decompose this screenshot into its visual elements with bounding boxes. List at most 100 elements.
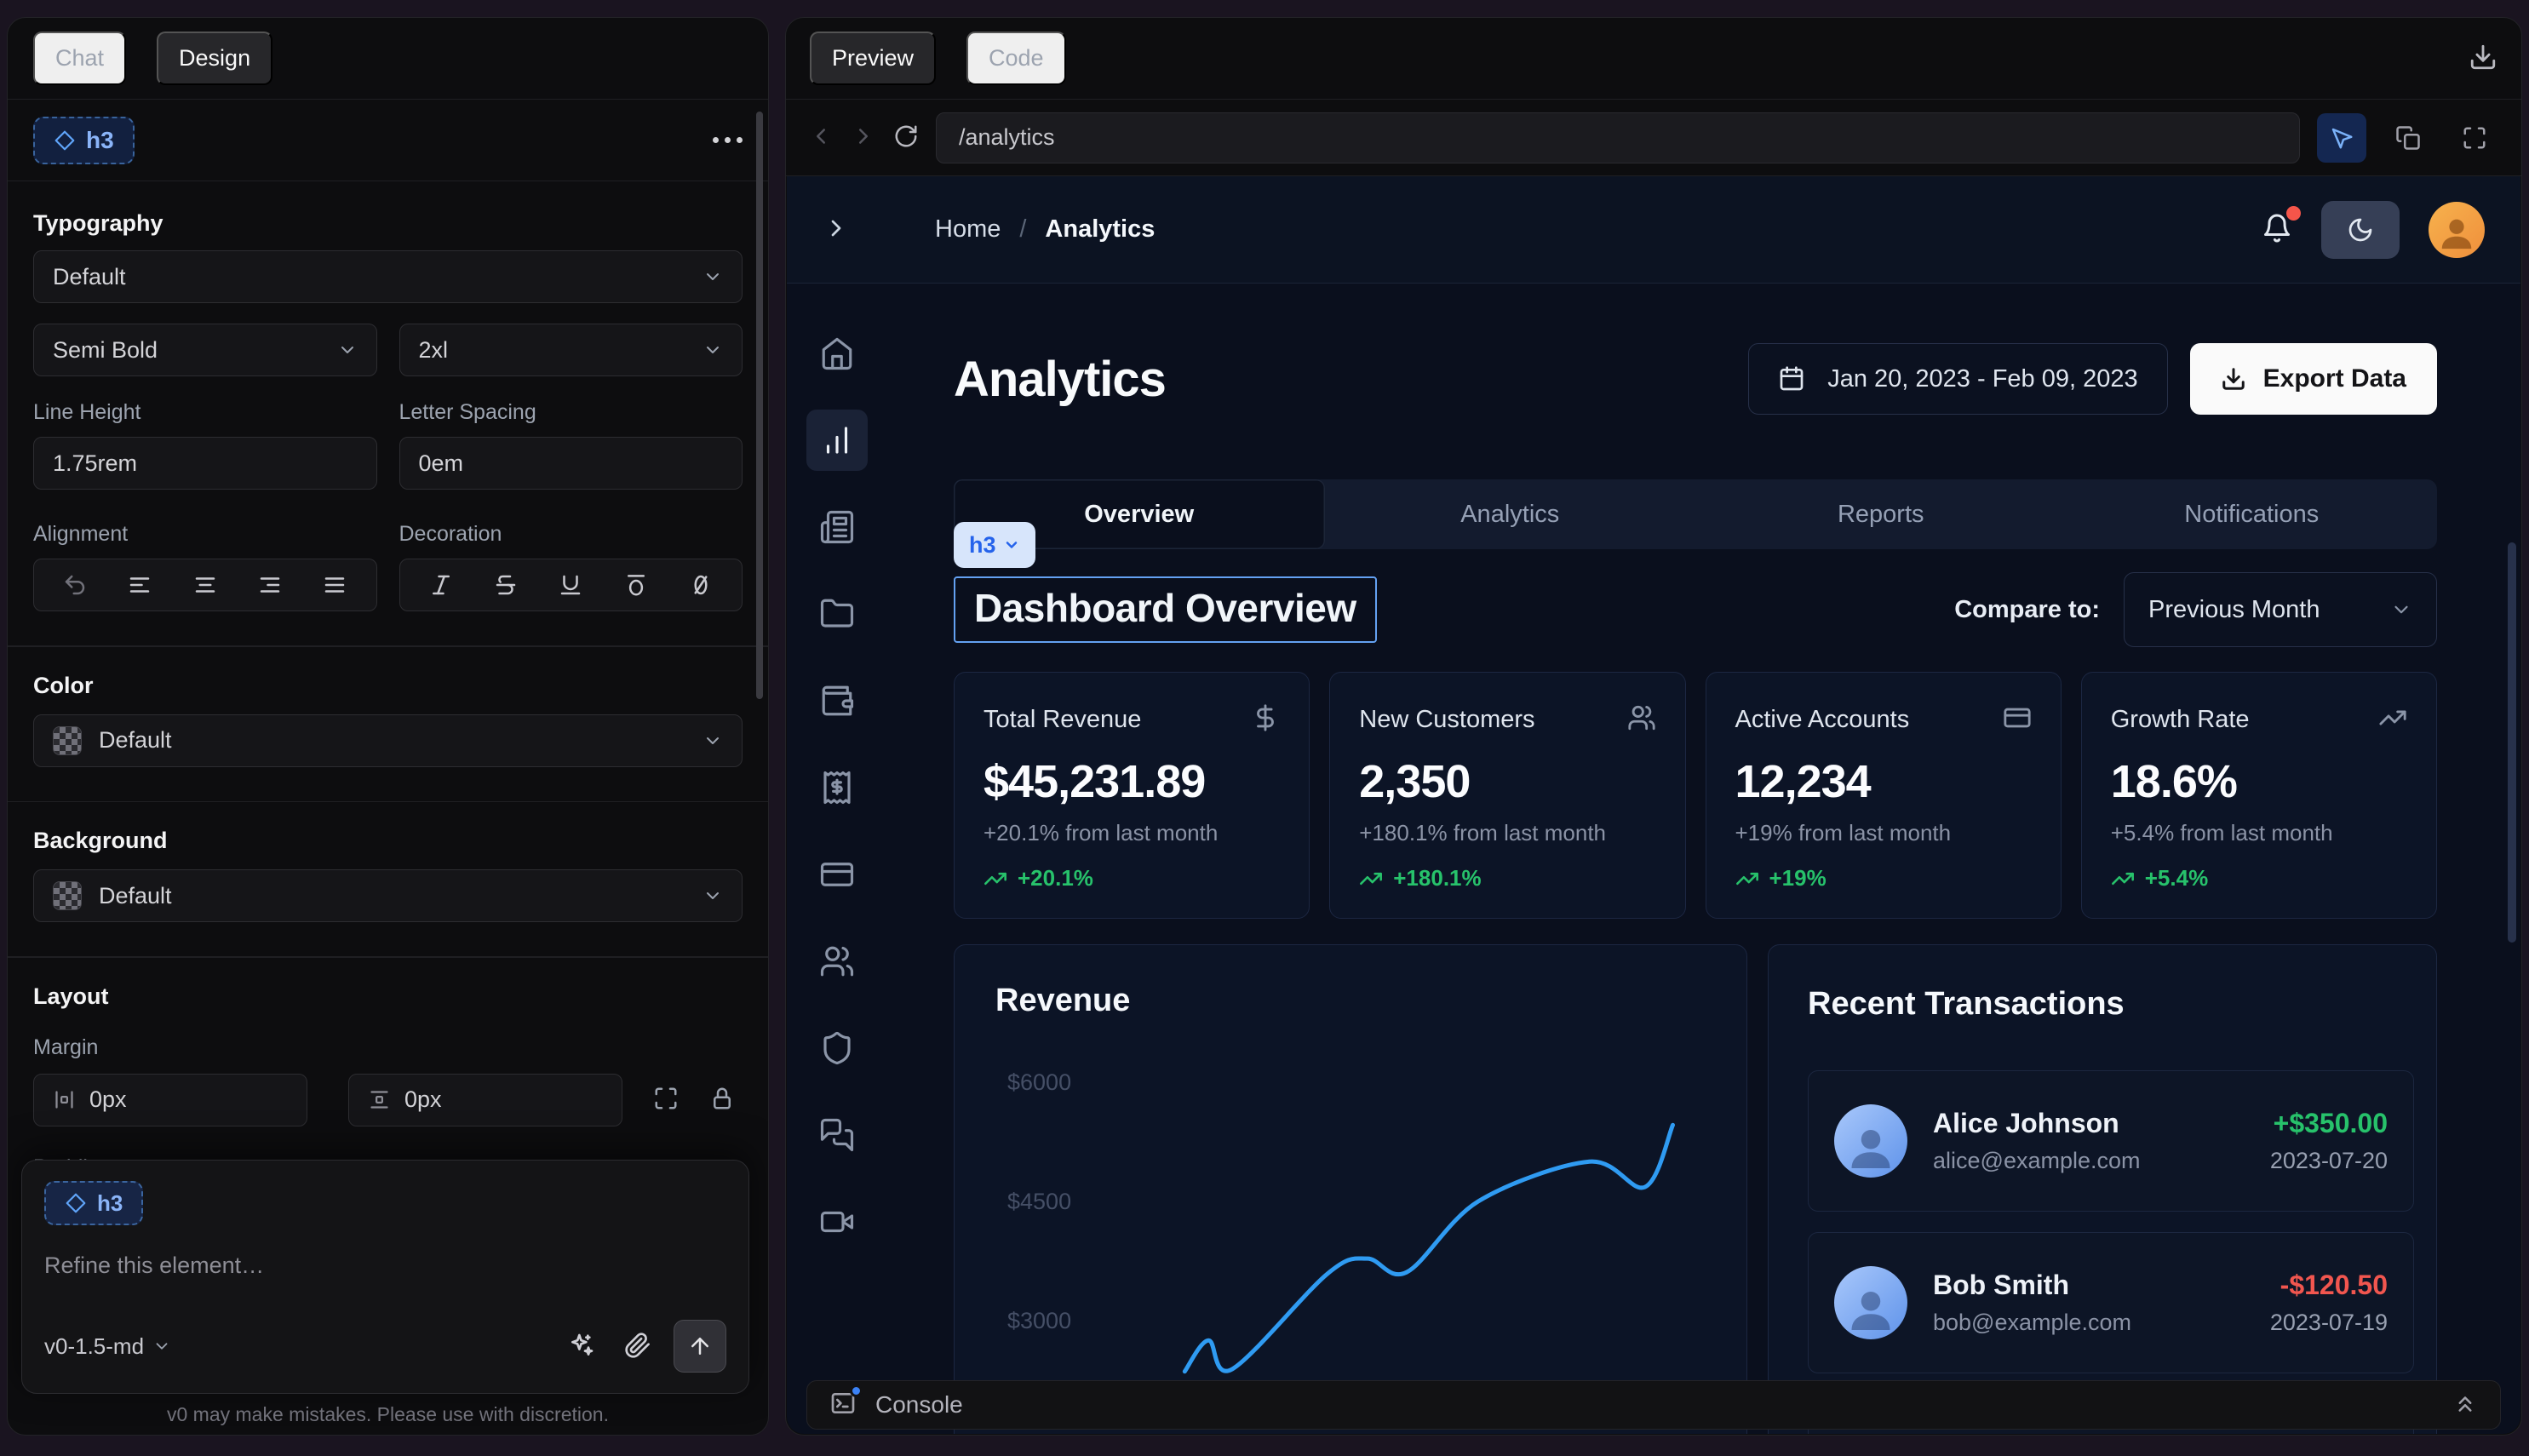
composer-element-chip[interactable]: h3 <box>44 1181 143 1225</box>
sidebar-item-home[interactable] <box>806 323 868 384</box>
undo-icon[interactable] <box>62 572 88 598</box>
sidebar-item-security[interactable] <box>806 1017 868 1079</box>
strikethrough-icon[interactable] <box>493 572 519 598</box>
tab-reports[interactable]: Reports <box>1695 479 2067 549</box>
letter-spacing-input[interactable]: 0em <box>399 437 743 490</box>
copy-icon <box>2395 125 2421 151</box>
person-icon <box>2437 213 2476 252</box>
stat-trend-badge: +20.1% <box>984 865 1280 891</box>
margin-x-icon <box>53 1088 76 1111</box>
tab-notifications[interactable]: Notifications <box>2067 479 2438 549</box>
chevron-down-icon <box>1003 536 1020 553</box>
align-justify-icon[interactable] <box>322 572 347 598</box>
selected-element-badge[interactable]: h3 <box>33 117 135 164</box>
margin-y-value: 0px <box>404 1086 442 1113</box>
transactions-card: Recent Transactions Alice Johnson alice@… <box>1768 944 2437 1434</box>
theme-toggle-button[interactable] <box>2321 201 2400 259</box>
tab-code[interactable]: Code <box>966 32 1066 85</box>
console-label: Console <box>875 1391 963 1419</box>
transaction-date: 2023-07-19 <box>2270 1310 2388 1336</box>
stat-card-active-accounts: Active Accounts 12,234 +19% from last mo… <box>1706 672 2062 919</box>
refresh-button[interactable] <box>893 123 919 152</box>
notifications-button[interactable] <box>2262 213 2292 246</box>
align-right-icon[interactable] <box>257 572 283 598</box>
v0-workspace: Chat Design h3 Typography Default Semi B… <box>0 0 2529 1456</box>
color-select[interactable]: Default <box>33 714 743 767</box>
sidebar-item-wallet[interactable] <box>806 670 868 731</box>
preview-scrollbar[interactable] <box>2508 542 2516 943</box>
sidebar-item-cards[interactable] <box>806 844 868 905</box>
ellipsis-icon <box>713 137 719 143</box>
app-main: Analytics Jan 20, 2023 - Feb 09, 2023 Ex… <box>887 284 2520 1434</box>
align-left-icon[interactable] <box>127 572 152 598</box>
arrow-up-icon <box>687 1333 713 1359</box>
url-input[interactable]: /analytics <box>936 112 2300 163</box>
export-data-button[interactable]: Export Data <box>2190 343 2437 415</box>
attach-file-button[interactable] <box>624 1332 651 1361</box>
prompt-composer[interactable]: h3 Refine this element… v0-1.5-md <box>21 1160 749 1394</box>
chevron-down-icon <box>702 340 723 360</box>
breadcrumb-home[interactable]: Home <box>935 215 1001 244</box>
send-button[interactable] <box>674 1320 726 1373</box>
date-range-picker[interactable]: Jan 20, 2023 - Feb 09, 2023 <box>1748 343 2167 415</box>
typography-section-title: Typography <box>33 210 743 237</box>
margin-y-input[interactable]: 0px <box>348 1074 622 1126</box>
font-size-select[interactable]: 2xl <box>399 324 743 376</box>
sidebar-item-files[interactable] <box>806 583 868 645</box>
open-in-new-window-button[interactable] <box>2383 113 2433 163</box>
console-expand-button[interactable] <box>2452 1391 2478 1419</box>
sidebar-toggle-button[interactable] <box>823 215 850 244</box>
design-panel-scrollbar[interactable] <box>756 112 763 699</box>
forward-button[interactable] <box>851 123 876 152</box>
margin-label: Margin <box>33 1035 743 1060</box>
tab-chat[interactable]: Chat <box>33 32 126 85</box>
tab-preview[interactable]: Preview <box>810 32 936 85</box>
composer-placeholder[interactable]: Refine this element… <box>44 1253 726 1279</box>
user-avatar[interactable] <box>2429 202 2485 258</box>
download-button[interactable] <box>2469 43 2497 74</box>
sidebar-item-news[interactable] <box>806 496 868 558</box>
background-value: Default <box>99 883 172 909</box>
select-element-mode-button[interactable] <box>2317 113 2366 163</box>
more-options-button[interactable] <box>713 137 743 143</box>
transaction-row: Bob Smith bob@example.com -$120.50 2023-… <box>1808 1232 2414 1373</box>
font-family-select[interactable]: Default <box>33 250 743 303</box>
margin-y-icon <box>368 1088 391 1111</box>
underline-icon[interactable] <box>558 572 583 598</box>
margin-x-input[interactable]: 0px <box>33 1074 307 1126</box>
composer-element-label: h3 <box>97 1190 123 1217</box>
font-family-value: Default <box>53 264 126 290</box>
sidebar-item-video[interactable] <box>806 1191 868 1253</box>
align-center-icon[interactable] <box>192 572 218 598</box>
background-select[interactable]: Default <box>33 869 743 922</box>
console-bar[interactable]: Console <box>806 1380 2501 1430</box>
sidebar-item-analytics[interactable] <box>806 410 868 471</box>
letter-spacing-label: Letter Spacing <box>399 400 743 425</box>
model-selector[interactable]: v0-1.5-md <box>44 1333 171 1360</box>
sidebar-item-messages[interactable] <box>806 1104 868 1166</box>
line-height-input[interactable]: 1.75rem <box>33 437 377 490</box>
italic-icon[interactable] <box>428 572 454 598</box>
compare-select[interactable]: Previous Month <box>2124 572 2437 647</box>
transaction-date: 2023-07-20 <box>2270 1148 2388 1174</box>
notification-dot <box>2286 206 2301 221</box>
margin-expand-button[interactable] <box>653 1086 679 1114</box>
sidebar-item-users[interactable] <box>806 931 868 992</box>
stat-trend-badge: +19% <box>1735 865 2032 891</box>
download-icon <box>2221 366 2246 392</box>
fullscreen-button[interactable] <box>2450 113 2499 163</box>
refresh-icon <box>893 123 919 149</box>
messages-icon <box>819 1117 855 1153</box>
credit-card-icon <box>2003 703 2032 732</box>
font-weight-select[interactable]: Semi Bold <box>33 324 377 376</box>
no-decoration-icon[interactable] <box>688 572 714 598</box>
enhance-prompt-button[interactable] <box>568 1332 595 1361</box>
element-tag-chip[interactable]: h3 <box>954 522 1035 568</box>
tab-analytics[interactable]: Analytics <box>1325 479 1696 549</box>
tab-design[interactable]: Design <box>157 32 272 85</box>
sidebar-item-receipts[interactable] <box>806 757 868 818</box>
margin-lock-button[interactable] <box>709 1086 735 1114</box>
overline-icon[interactable] <box>623 572 649 598</box>
back-button[interactable] <box>808 123 834 152</box>
transaction-email: bob@example.com <box>1933 1310 2131 1336</box>
